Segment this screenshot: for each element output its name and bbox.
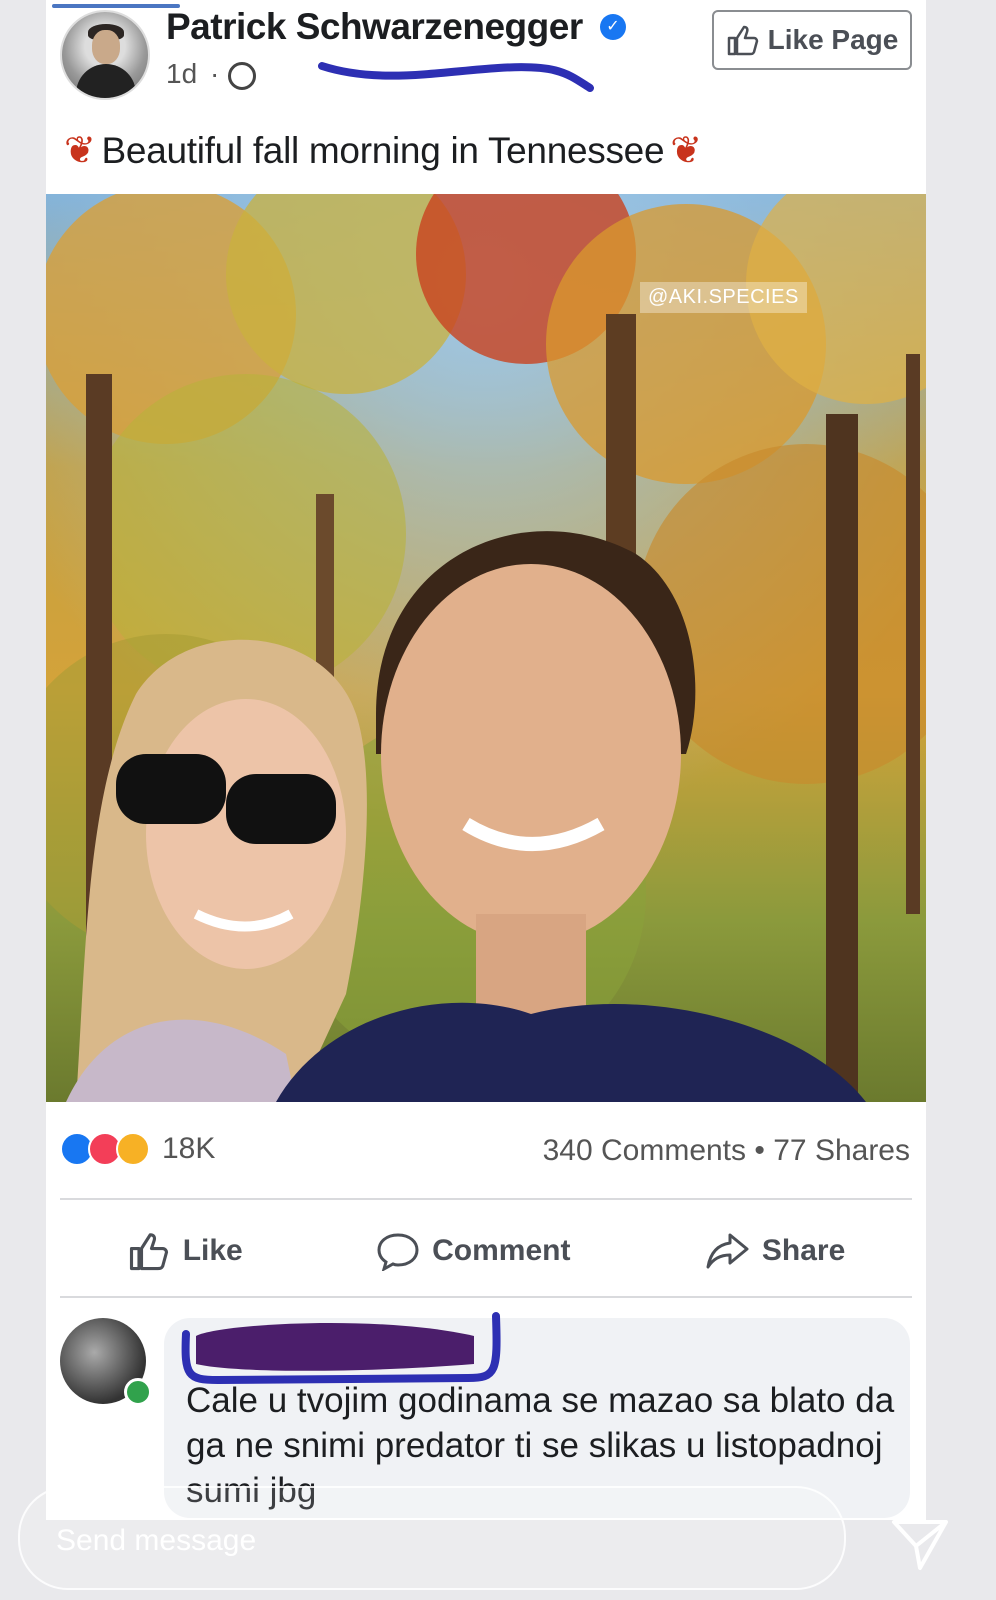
send-icon[interactable] (890, 1516, 950, 1572)
thumbs-up-icon (129, 1233, 168, 1271)
like-button[interactable]: Like (127, 1231, 243, 1271)
like-label: Like (182, 1234, 243, 1267)
share-label: Share (761, 1234, 846, 1267)
comment-button[interactable]: Comment (376, 1231, 570, 1271)
haha-reaction-icon (116, 1132, 150, 1166)
globe-icon (228, 62, 256, 90)
stats-separator: • (754, 1134, 765, 1167)
post-caption: ❦ Beautiful fall morning in Tennessee ❦ (64, 128, 702, 173)
divider (60, 1296, 912, 1298)
thumbs-up-icon (727, 25, 758, 56)
divider (60, 1198, 912, 1200)
reaction-summary[interactable]: 18K (60, 1132, 215, 1166)
shares-count[interactable]: 77 Shares (773, 1134, 910, 1167)
share-button[interactable]: Share (704, 1231, 845, 1271)
maple-leaf-icon: ❦ (64, 130, 96, 172)
like-page-label: Like Page (767, 24, 899, 55)
reaction-count: 18K (162, 1132, 216, 1165)
photo-illustration (46, 194, 926, 1102)
story-progress-bar (52, 4, 180, 8)
author-name[interactable]: Patrick Schwarzenegger (166, 6, 583, 48)
engagement-stats: 340 Comments • 77 Shares (543, 1134, 910, 1168)
online-status-dot (124, 1378, 152, 1406)
share-arrow-icon (706, 1233, 749, 1269)
post-photo[interactable] (46, 194, 926, 1102)
verified-badge-icon: ✓ (600, 14, 626, 40)
like-page-button[interactable]: Like Page (712, 10, 912, 70)
author-avatar[interactable] (60, 10, 150, 100)
maple-leaf-icon: ❦ (670, 130, 702, 172)
photo-watermark: @AKI.SPECIES (640, 282, 807, 313)
blue-pen-scribble (318, 62, 594, 92)
post-time[interactable]: 1d (166, 58, 197, 90)
meta-dot: · (210, 58, 220, 89)
comment-label: Comment (432, 1234, 571, 1267)
comment-bubble-icon (377, 1233, 419, 1271)
caption-text: Beautiful fall morning in Tennessee (101, 129, 665, 171)
post-actions: Like Comment Share (60, 1216, 912, 1286)
comments-count[interactable]: 340 Comments (543, 1134, 746, 1167)
send-message-placeholder: Send message (56, 1524, 257, 1557)
